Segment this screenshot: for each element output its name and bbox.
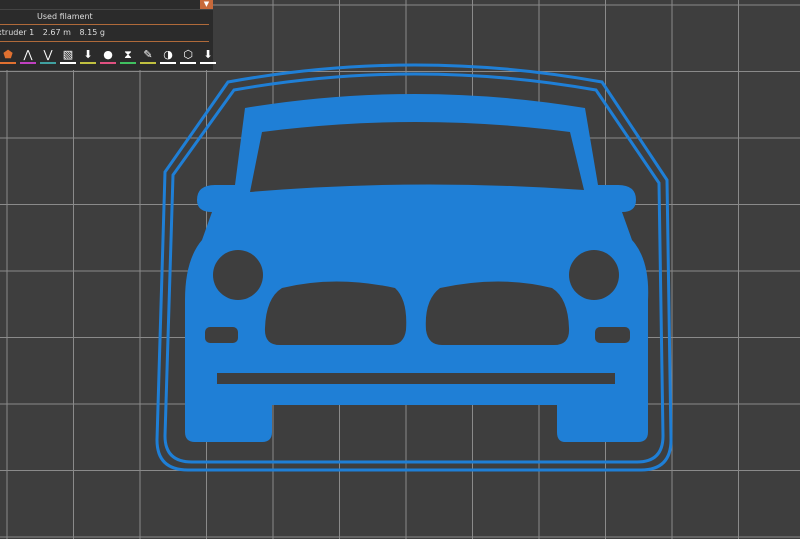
divider	[0, 24, 209, 25]
custom-icon[interactable]: ⬇	[200, 48, 216, 64]
solid-infill-icon[interactable]: ⬇	[80, 48, 96, 64]
extruder-name: Extruder 1	[0, 28, 35, 37]
infill-icon[interactable]: ▧	[60, 48, 76, 64]
shell-icon[interactable]: ⬟	[0, 48, 16, 64]
bridge-infill-icon[interactable]: ⧗	[120, 48, 136, 64]
panel-top-bar	[0, 0, 213, 10]
filament-length: 2.67 m	[42, 28, 71, 37]
gap-fill-icon[interactable]: ✎	[140, 48, 156, 64]
perimeter-icon[interactable]: ⋀	[20, 48, 36, 64]
feature-toggle-toolbar: ⬟ ⋀ ⋁ ▧ ⬇ ● ⧗ ✎ ◑ ⬡ ⬇	[0, 48, 216, 64]
collapse-dropdown-button[interactable]: ▼	[200, 0, 213, 9]
extruder-row: Extruder 1 2.67 m 8.15 g	[0, 28, 111, 37]
top-solid-infill-icon[interactable]: ●	[100, 48, 116, 64]
car-model	[185, 94, 649, 442]
seam-icon[interactable]: ◑	[160, 48, 176, 64]
filament-weight: 8.15 g	[79, 28, 105, 37]
legend-panel: ▼ Used filament Extruder 1 2.67 m 8.15 g…	[0, 0, 216, 70]
used-filament-header: Used filament	[37, 12, 93, 21]
divider	[0, 41, 209, 42]
wipe-tower-icon[interactable]: ⬡	[180, 48, 196, 64]
external-perimeter-icon[interactable]: ⋁	[40, 48, 56, 64]
print-preview-canvas[interactable]	[0, 0, 800, 539]
